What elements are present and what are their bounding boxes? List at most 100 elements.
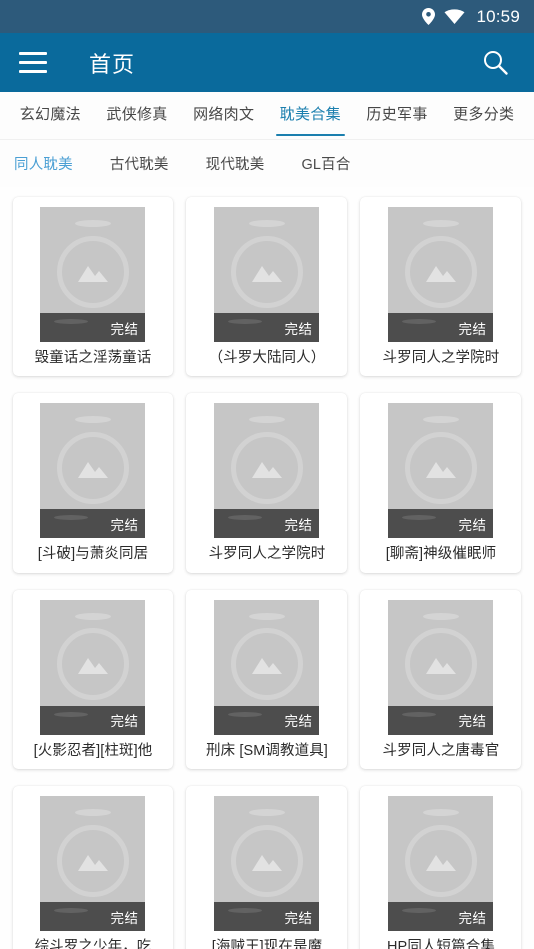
book-cover: 完结 — [388, 599, 494, 735]
status-badge: 完结 — [458, 714, 487, 730]
placeholder-ring — [56, 431, 129, 504]
book-card[interactable]: 完结毁童话之淫荡童话 — [12, 197, 174, 377]
badge-glare — [228, 908, 263, 914]
badge-glare — [402, 515, 437, 521]
book-cover: 完结 — [214, 796, 320, 932]
badge-glare — [228, 711, 263, 717]
main-tab-4[interactable]: 历史军事 — [354, 92, 441, 139]
book-card[interactable]: 完结斗罗同人之学院时 — [186, 393, 348, 573]
mountain-icon — [77, 265, 108, 282]
main-tab-0[interactable]: 玄幻魔法 — [7, 92, 94, 139]
book-cover: 完结 — [214, 599, 320, 735]
book-title: [聊斋]神级催眠师 — [385, 546, 497, 563]
placeholder-ring — [404, 824, 477, 897]
book-title: 毁童话之淫荡童话 — [34, 350, 152, 366]
book-cover: 完结 — [214, 207, 320, 342]
book-title: [火影忍者][柱斑]他 — [33, 742, 153, 759]
main-tab-label: 玄幻魔法 — [19, 106, 81, 123]
status-badge: 完结 — [110, 321, 139, 337]
main-tab-label: 网络肉文 — [193, 106, 255, 123]
main-tab-3[interactable]: 耽美合集 — [267, 92, 354, 139]
status-badge: 完结 — [458, 321, 487, 337]
main-category-tabs: 玄幻魔法 武侠修真 网络肉文 耽美合集 历史军事 更多分类 — [0, 92, 534, 140]
status-badge: 完结 — [110, 910, 139, 926]
book-cover: 完结 — [214, 403, 320, 539]
status-badge-bar: 完结 — [214, 902, 320, 932]
book-title: 刑床 [SM调教道具] — [206, 742, 328, 759]
mountain-icon — [251, 658, 282, 675]
book-card[interactable]: 完结 斗罗同人之唐毒官 — [360, 589, 522, 770]
main-tab-label: 更多分类 — [453, 106, 515, 123]
status-badge-bar: 完结 — [40, 313, 146, 342]
sub-tab-2[interactable]: 现代耽美 — [206, 153, 265, 174]
status-badge-bar: 完结 — [388, 509, 494, 539]
status-badge-bar: 完结 — [40, 902, 146, 932]
main-tab-label: 武侠修真 — [106, 106, 168, 123]
book-title: 斗罗同人之学院时 — [382, 350, 500, 366]
mountain-icon — [251, 854, 282, 871]
sub-tab-0[interactable]: 同人耽美 — [14, 153, 73, 174]
status-bar-time: 10:59 — [476, 6, 520, 26]
placeholder-ring — [56, 235, 129, 308]
sub-tab-3[interactable]: GL百合 — [301, 153, 350, 174]
status-badge: 完结 — [284, 321, 313, 337]
status-badge: 完结 — [284, 517, 313, 533]
status-badge-bar: 完结 — [40, 509, 146, 539]
status-bar: 10:59 — [0, 0, 534, 33]
placeholder-ring — [230, 235, 303, 308]
main-tab-1[interactable]: 武侠修真 — [94, 92, 181, 139]
book-cover: 完结 — [40, 599, 146, 735]
book-title: 斗罗同人之学院时 — [208, 546, 326, 563]
book-card[interactable]: 完结 [火影忍者][柱斑]他 — [12, 589, 174, 770]
badge-glare — [228, 515, 263, 521]
book-card[interactable]: 完结斗罗同人之学院时 — [360, 197, 522, 377]
hamburger-menu-icon[interactable] — [19, 46, 53, 80]
mountain-icon — [425, 854, 456, 871]
book-card[interactable]: 完结 HP同人短篇合集 — [360, 786, 522, 949]
book-cover: 完结 — [40, 796, 146, 932]
badge-glare — [54, 515, 89, 521]
status-badge-bar: 完结 — [388, 313, 494, 342]
sub-category-tabs: 同人耽美 古代耽美 现代耽美 GL百合 — [0, 140, 534, 187]
badge-glare — [54, 711, 89, 717]
placeholder-ring — [230, 824, 303, 897]
status-badge: 完结 — [110, 714, 139, 730]
main-tab-5[interactable]: 更多分类 — [440, 92, 527, 139]
placeholder-ring — [404, 628, 477, 701]
mountain-icon — [77, 461, 108, 478]
book-title: HP同人短篇合集 — [386, 939, 495, 949]
book-title: [海贼王]现在是魔 — [211, 939, 323, 949]
status-badge-bar: 完结 — [214, 313, 320, 342]
book-card[interactable]: 完结 （斗罗大陆同人） — [186, 197, 348, 377]
placeholder-ring — [56, 824, 129, 897]
book-cover: 完结 — [388, 403, 494, 539]
status-badge-bar: 完结 — [388, 902, 494, 932]
sub-tab-1[interactable]: 古代耽美 — [110, 153, 169, 174]
mountain-icon — [77, 854, 108, 871]
mountain-icon — [77, 658, 108, 675]
book-card[interactable]: 完结 综斗罗之少年，吃 — [12, 786, 174, 949]
status-badge: 完结 — [458, 910, 487, 926]
mountain-icon — [251, 265, 282, 282]
badge-glare — [228, 319, 263, 324]
badge-glare — [402, 908, 437, 914]
main-tab-label: 耽美合集 — [279, 106, 341, 123]
status-badge-bar: 完结 — [40, 705, 146, 735]
main-tab-2[interactable]: 网络肉文 — [180, 92, 267, 139]
book-card[interactable]: 完结刑床 [SM调教道具] — [186, 589, 348, 770]
book-title: [斗破]与萧炎同居 — [37, 546, 149, 563]
book-card[interactable]: 完结 [斗破]与萧炎同居 — [12, 393, 174, 573]
placeholder-ring — [56, 628, 129, 701]
book-title: （斗罗大陆同人） — [208, 350, 326, 366]
placeholder-ring — [404, 235, 477, 308]
book-card[interactable]: 完结 [海贼王]现在是魔 — [186, 786, 348, 949]
book-card[interactable]: 完结 [聊斋]神级催眠师 — [360, 393, 522, 573]
mountain-icon — [425, 658, 456, 675]
page-title: 首页 — [89, 51, 136, 77]
book-cover: 完结 — [40, 207, 146, 342]
book-cover: 完结 — [388, 796, 494, 932]
status-badge: 完结 — [284, 714, 313, 730]
book-grid: 完结 毁童话之淫荡童话 完结 （斗罗大陆同人） 完结 斗罗同人之学院时 完结 [斗破]与萧炎同… — [0, 187, 534, 949]
mountain-icon — [425, 265, 456, 282]
search-icon[interactable] — [475, 43, 515, 83]
